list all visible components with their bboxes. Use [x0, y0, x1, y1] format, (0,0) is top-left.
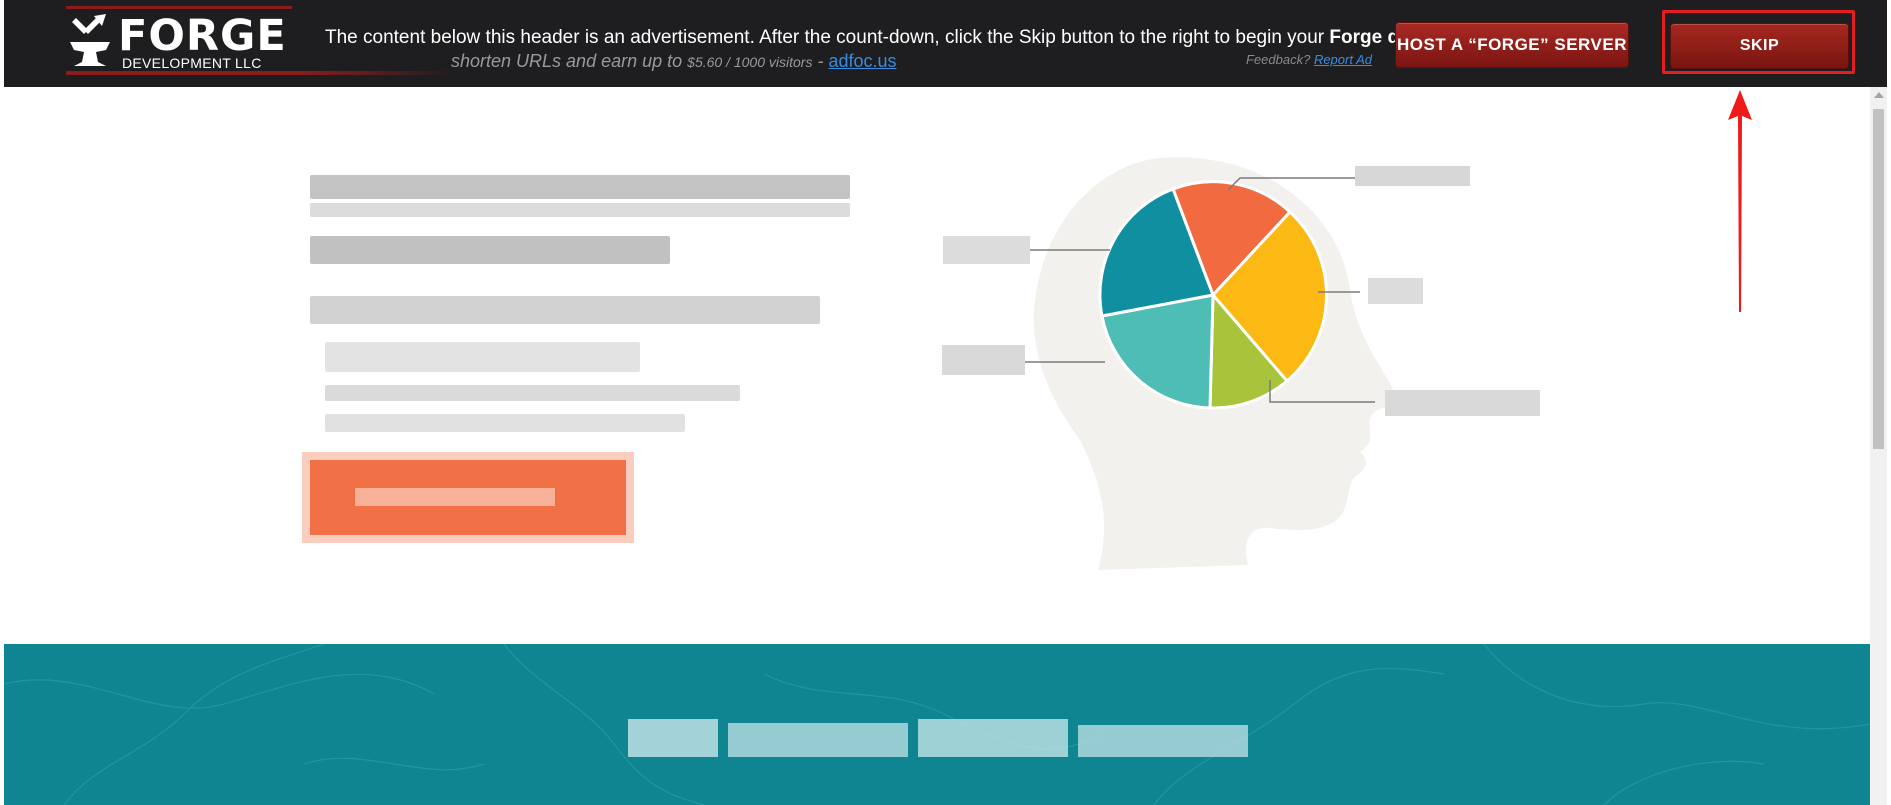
host-forge-server-button[interactable]: HOST A “FORGE” SERVER	[1395, 22, 1629, 68]
blurred-section-title	[628, 719, 1248, 757]
red-arrow-icon	[1728, 90, 1752, 312]
scrollbar-thumb[interactable]	[1873, 109, 1884, 449]
ad-notice-text: The content below this header is an adve…	[325, 26, 1405, 50]
vertical-scrollbar[interactable]	[1870, 87, 1887, 805]
logo-wordmark: FORGE	[118, 11, 287, 61]
head-pie-infographic	[942, 157, 1540, 570]
blurred-heading-line	[310, 175, 850, 199]
blurred-heading-line	[310, 203, 850, 217]
ad-header-bar: FORGE DEVELOPMENT LLC The content below …	[4, 0, 1887, 87]
adfocus-tagline: shorten URLs and earn up to $5.60 / 1000…	[451, 50, 897, 73]
logo-subtitle: DEVELOPMENT LLC	[122, 55, 262, 71]
notice-bold: Forge do	[1329, 27, 1405, 48]
blurred-pie-label	[1368, 278, 1423, 304]
blurred-pie-label	[942, 345, 1025, 375]
scroll-up-arrow-icon[interactable]	[1874, 92, 1884, 98]
tagline-text: shorten URLs and earn up to	[451, 51, 688, 71]
tagline-rate: $5.60 / 1000 visitors	[687, 54, 813, 70]
notice-text: The content below this header is an adve…	[325, 27, 1330, 48]
blurred-text-line	[325, 414, 685, 432]
blurred-text-line	[310, 296, 820, 324]
blurred-pie-label	[1385, 390, 1540, 416]
anvil-hammer-logo-icon	[70, 14, 110, 66]
logo-stripe	[66, 6, 292, 9]
forge-logo[interactable]: FORGE DEVELOPMENT LLC	[66, 6, 292, 78]
blurred-pie-label	[1355, 166, 1470, 186]
logo-underline	[66, 71, 456, 75]
pie-chart	[1098, 180, 1328, 410]
feedback-label: Feedback?	[1246, 52, 1314, 67]
blurred-text-line	[325, 385, 740, 401]
blurred-heading-line	[310, 236, 670, 264]
skip-button[interactable]: SKIP	[1670, 23, 1849, 69]
feedback-area: Feedback? Report Ad	[1246, 52, 1372, 68]
tagline-separator: -	[812, 51, 829, 71]
blurred-cta-button[interactable]	[310, 460, 626, 535]
report-ad-link[interactable]: Report Ad	[1314, 52, 1372, 67]
blurred-cta-label	[355, 488, 555, 506]
blurred-text-line	[325, 342, 640, 372]
blurred-pie-label	[943, 236, 1030, 264]
adfocus-link[interactable]: adfoc.us	[828, 51, 896, 71]
teal-section	[4, 644, 1870, 805]
